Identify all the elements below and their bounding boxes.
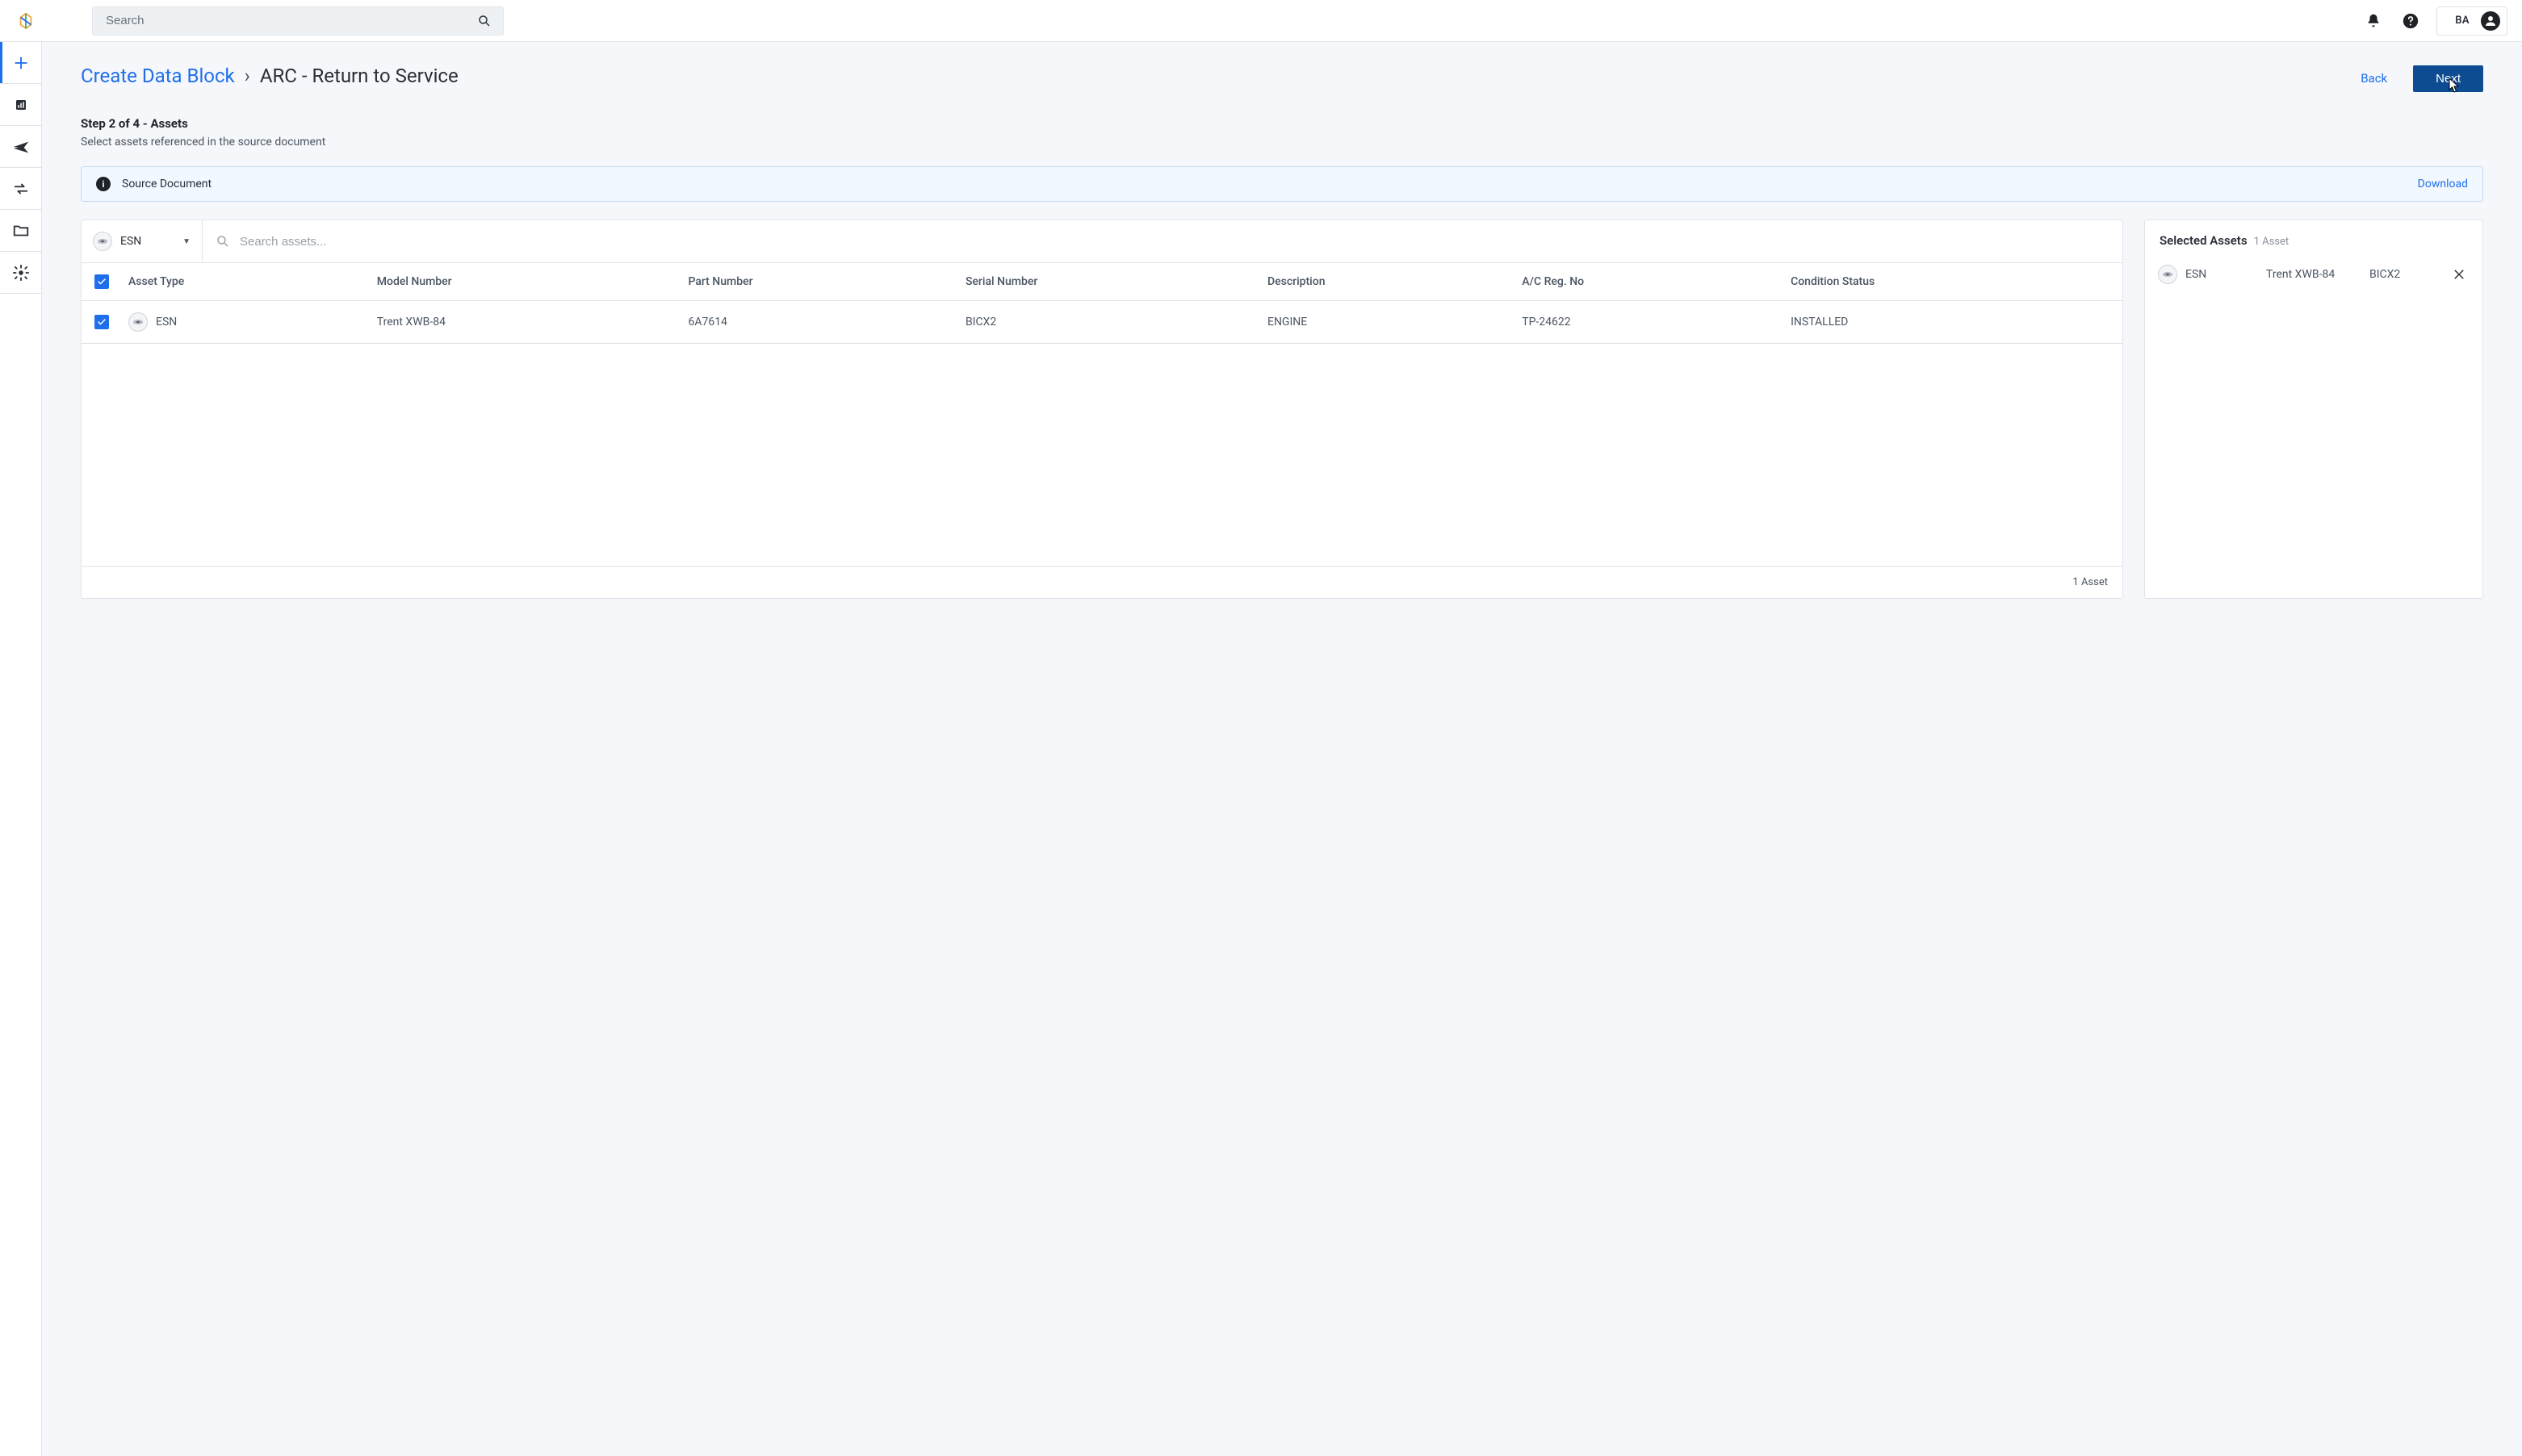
- next-button[interactable]: Next: [2413, 65, 2483, 92]
- nav-documents[interactable]: [0, 210, 42, 252]
- selected-asset-row: ESN Trent XWB-84 BICX2: [2145, 256, 2482, 293]
- col-serial-number: Serial Number: [956, 263, 1258, 301]
- check-icon: [97, 277, 107, 287]
- cell-part-number: 6A7614: [678, 301, 956, 344]
- breadcrumb-separator: ›: [240, 65, 255, 87]
- user-menu[interactable]: BA: [2436, 6, 2507, 36]
- asset-search-input[interactable]: [238, 234, 2109, 249]
- close-icon: [2452, 267, 2466, 282]
- source-document-banner: i Source Document Download: [81, 166, 2483, 202]
- col-asset-type: Asset Type: [119, 263, 367, 301]
- check-icon: [97, 317, 107, 327]
- content-row: ESN ▼: [81, 220, 2483, 599]
- plus-icon: [12, 54, 30, 72]
- airplane-icon: [12, 138, 30, 156]
- row-checkbox[interactable]: [94, 315, 109, 329]
- nav-fleet[interactable]: [0, 126, 42, 168]
- search-icon: [216, 234, 230, 249]
- cell-model-number: Trent XWB-84: [367, 301, 679, 344]
- back-button[interactable]: Back: [2357, 65, 2390, 92]
- breadcrumb: Create Data Block › ARC - Return to Serv…: [81, 65, 459, 87]
- topbar-actions: BA: [2362, 6, 2507, 36]
- page-header: Create Data Block › ARC - Return to Serv…: [81, 65, 2483, 92]
- nav-create[interactable]: [0, 42, 42, 84]
- assets-footer: 1 Asset: [82, 566, 2122, 598]
- cell-asset-type: ESN: [156, 316, 177, 328]
- assets-panel: ESN ▼: [81, 220, 2123, 599]
- cell-ac-reg: TP-24622: [1512, 301, 1781, 344]
- avatar-icon: [2481, 11, 2500, 31]
- assets-table: Asset Type Model Number Part Number Seri…: [82, 263, 2122, 344]
- user-initials: BA: [2455, 15, 2470, 27]
- info-icon: i: [96, 177, 111, 191]
- selected-assets-panel: Selected Assets 1 Asset ESN Trent XWB-84…: [2144, 220, 2483, 599]
- banner-label: Source Document: [122, 178, 212, 190]
- col-ac-reg-no: A/C Reg. No: [1512, 263, 1781, 301]
- breadcrumb-current: ARC - Return to Service: [260, 65, 459, 87]
- search-input[interactable]: [104, 13, 472, 28]
- col-description: Description: [1258, 263, 1512, 301]
- step-title: Step 2 of 4 - Assets: [81, 116, 2483, 131]
- selected-assets-count: 1 Asset: [2254, 236, 2289, 248]
- cell-serial-number: BICX2: [956, 301, 1258, 344]
- swap-icon: [12, 180, 30, 198]
- table-row[interactable]: ESN Trent XWB-84 6A7614 BICX2 ENGINE TP-…: [82, 301, 2122, 344]
- logo-icon: [17, 12, 35, 30]
- engine-badge-icon: [2158, 265, 2177, 284]
- nav-settings[interactable]: [0, 252, 42, 294]
- col-model-number: Model Number: [367, 263, 679, 301]
- notifications-icon[interactable]: [2362, 10, 2385, 32]
- engine-badge-icon: [93, 232, 112, 251]
- engine-badge-icon: [128, 312, 148, 332]
- selected-asset-type: ESN: [2185, 268, 2206, 281]
- main-content: Create Data Block › ARC - Return to Serv…: [42, 42, 2522, 1456]
- gear-icon: [12, 264, 30, 282]
- brand-logo: [10, 5, 42, 37]
- step-subtitle: Select assets referenced in the source d…: [81, 136, 2483, 149]
- caret-down-icon: ▼: [182, 237, 191, 246]
- help-icon[interactable]: [2399, 10, 2422, 32]
- col-part-number: Part Number: [678, 263, 956, 301]
- col-condition: Condition Status: [1781, 263, 2122, 301]
- folder-icon: [12, 222, 30, 240]
- selected-asset-serial: BICX2: [2369, 268, 2434, 281]
- selected-asset-model: Trent XWB-84: [2266, 268, 2355, 281]
- global-search[interactable]: [92, 6, 504, 36]
- assets-panel-toolbar: ESN ▼: [82, 220, 2122, 263]
- topbar: BA: [0, 0, 2522, 42]
- cell-description: ENGINE: [1258, 301, 1512, 344]
- asset-type-select[interactable]: ESN ▼: [82, 220, 203, 262]
- selected-assets-title: Selected Assets: [2160, 233, 2248, 248]
- asset-search[interactable]: [203, 220, 2122, 262]
- cell-condition: INSTALLED: [1781, 301, 2122, 344]
- download-link[interactable]: Download: [2418, 178, 2468, 190]
- page-actions: Back Next: [2357, 65, 2483, 92]
- layout: Create Data Block › ARC - Return to Serv…: [0, 42, 2522, 1456]
- search-icon[interactable]: [472, 9, 496, 33]
- asset-type-value: ESN: [120, 235, 141, 248]
- nav-transfers[interactable]: [0, 168, 42, 210]
- remove-selected-button[interactable]: [2449, 264, 2470, 285]
- sidenav: [0, 42, 42, 1456]
- breadcrumb-root[interactable]: Create Data Block: [81, 65, 235, 87]
- nav-analytics[interactable]: [0, 84, 42, 126]
- select-all-checkbox[interactable]: [94, 274, 109, 289]
- chart-icon: [14, 98, 28, 112]
- selected-assets-title-row: Selected Assets 1 Asset: [2145, 220, 2482, 256]
